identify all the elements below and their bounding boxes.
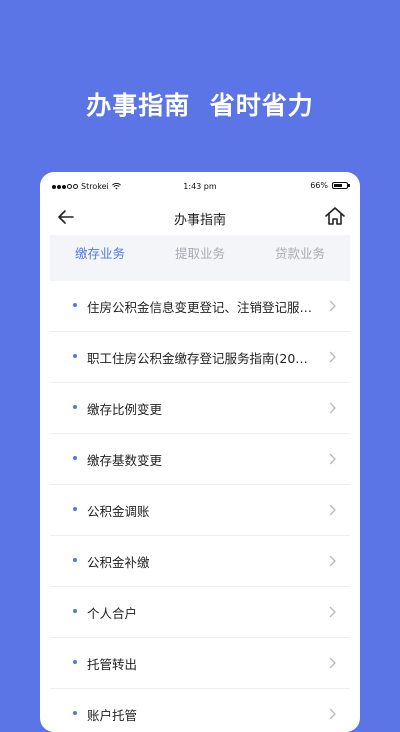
hero-title: 办事指南 省时省力: [86, 91, 314, 120]
bullet-dot-icon: [73, 558, 77, 562]
phone-frame: Strokei 1:43 pm 66% 办事指南 缴存业务 提取业务 贷款业务: [40, 172, 360, 732]
bullet-dot-icon: [73, 660, 77, 664]
page-title: 办事指南: [173, 213, 226, 228]
bullet-dot-icon: [73, 711, 77, 715]
chevron-right-icon: [329, 402, 336, 414]
list-item[interactable]: 缴存基数变更: [50, 434, 350, 485]
list-item-label: 公积金调账: [87, 504, 150, 519]
list-item-label: 职工住房公积金缴存登记服务指南(2019版): [87, 351, 313, 366]
bullet-dot-icon: [73, 354, 77, 358]
list-item-label: 托管转出: [87, 657, 138, 672]
guide-list: 住房公积金信息变更登记、注销登记服务指南 职工住房公积金缴存登记服务指南(201…: [50, 281, 350, 732]
chevron-right-icon: [329, 657, 336, 669]
chevron-right-icon: [329, 606, 336, 618]
bullet-dot-icon: [73, 456, 77, 460]
chevron-right-icon: [329, 351, 336, 363]
tab-bar: 缴存业务 提取业务 贷款业务: [50, 235, 350, 273]
tab-loan[interactable]: 贷款业务: [250, 235, 350, 273]
chevron-right-icon: [329, 555, 336, 567]
tab-withdrawal[interactable]: 提取业务: [150, 235, 250, 273]
list-item[interactable]: 职工住房公积金缴存登记服务指南(2019版): [50, 332, 350, 383]
bullet-dot-icon: [73, 303, 77, 307]
nav-bar: 办事指南: [40, 200, 360, 234]
list-item-label: 缴存基数变更: [87, 453, 163, 468]
bullet-dot-icon: [73, 507, 77, 511]
list-item-label: 个人合户: [87, 606, 138, 621]
bullet-dot-icon: [73, 609, 77, 613]
tab-deposit[interactable]: 缴存业务: [50, 235, 150, 273]
bullet-dot-icon: [73, 405, 77, 409]
list-item-label: 住房公积金信息变更登记、注销登记服务指南: [87, 300, 313, 315]
chevron-right-icon: [329, 504, 336, 516]
chevron-right-icon: [329, 300, 336, 312]
chevron-right-icon: [329, 708, 336, 720]
list-item-label: 账户托管: [87, 708, 138, 723]
list-item[interactable]: 托管转出: [50, 638, 350, 689]
home-icon[interactable]: [324, 205, 346, 227]
list-item[interactable]: 住房公积金信息变更登记、注销登记服务指南: [50, 281, 350, 332]
content-area: 缴存业务 提取业务 贷款业务 住房公积金信息变更登记、注销登记服务指南 职工住房…: [50, 235, 350, 732]
list-item-label: 缴存比例变更: [87, 402, 163, 417]
status-bar: Strokei 1:43 pm 66%: [40, 172, 360, 200]
list-item[interactable]: 公积金调账: [50, 485, 350, 536]
list-item[interactable]: 缴存比例变更: [50, 383, 350, 434]
status-right: 66%: [310, 181, 350, 190]
list-item-label: 公积金补缴: [87, 555, 150, 570]
chevron-right-icon: [329, 453, 336, 465]
battery-icon: [332, 182, 350, 189]
battery-percent: 66%: [310, 181, 328, 190]
list-item[interactable]: 公积金补缴: [50, 536, 350, 587]
list-item[interactable]: 个人合户: [50, 587, 350, 638]
